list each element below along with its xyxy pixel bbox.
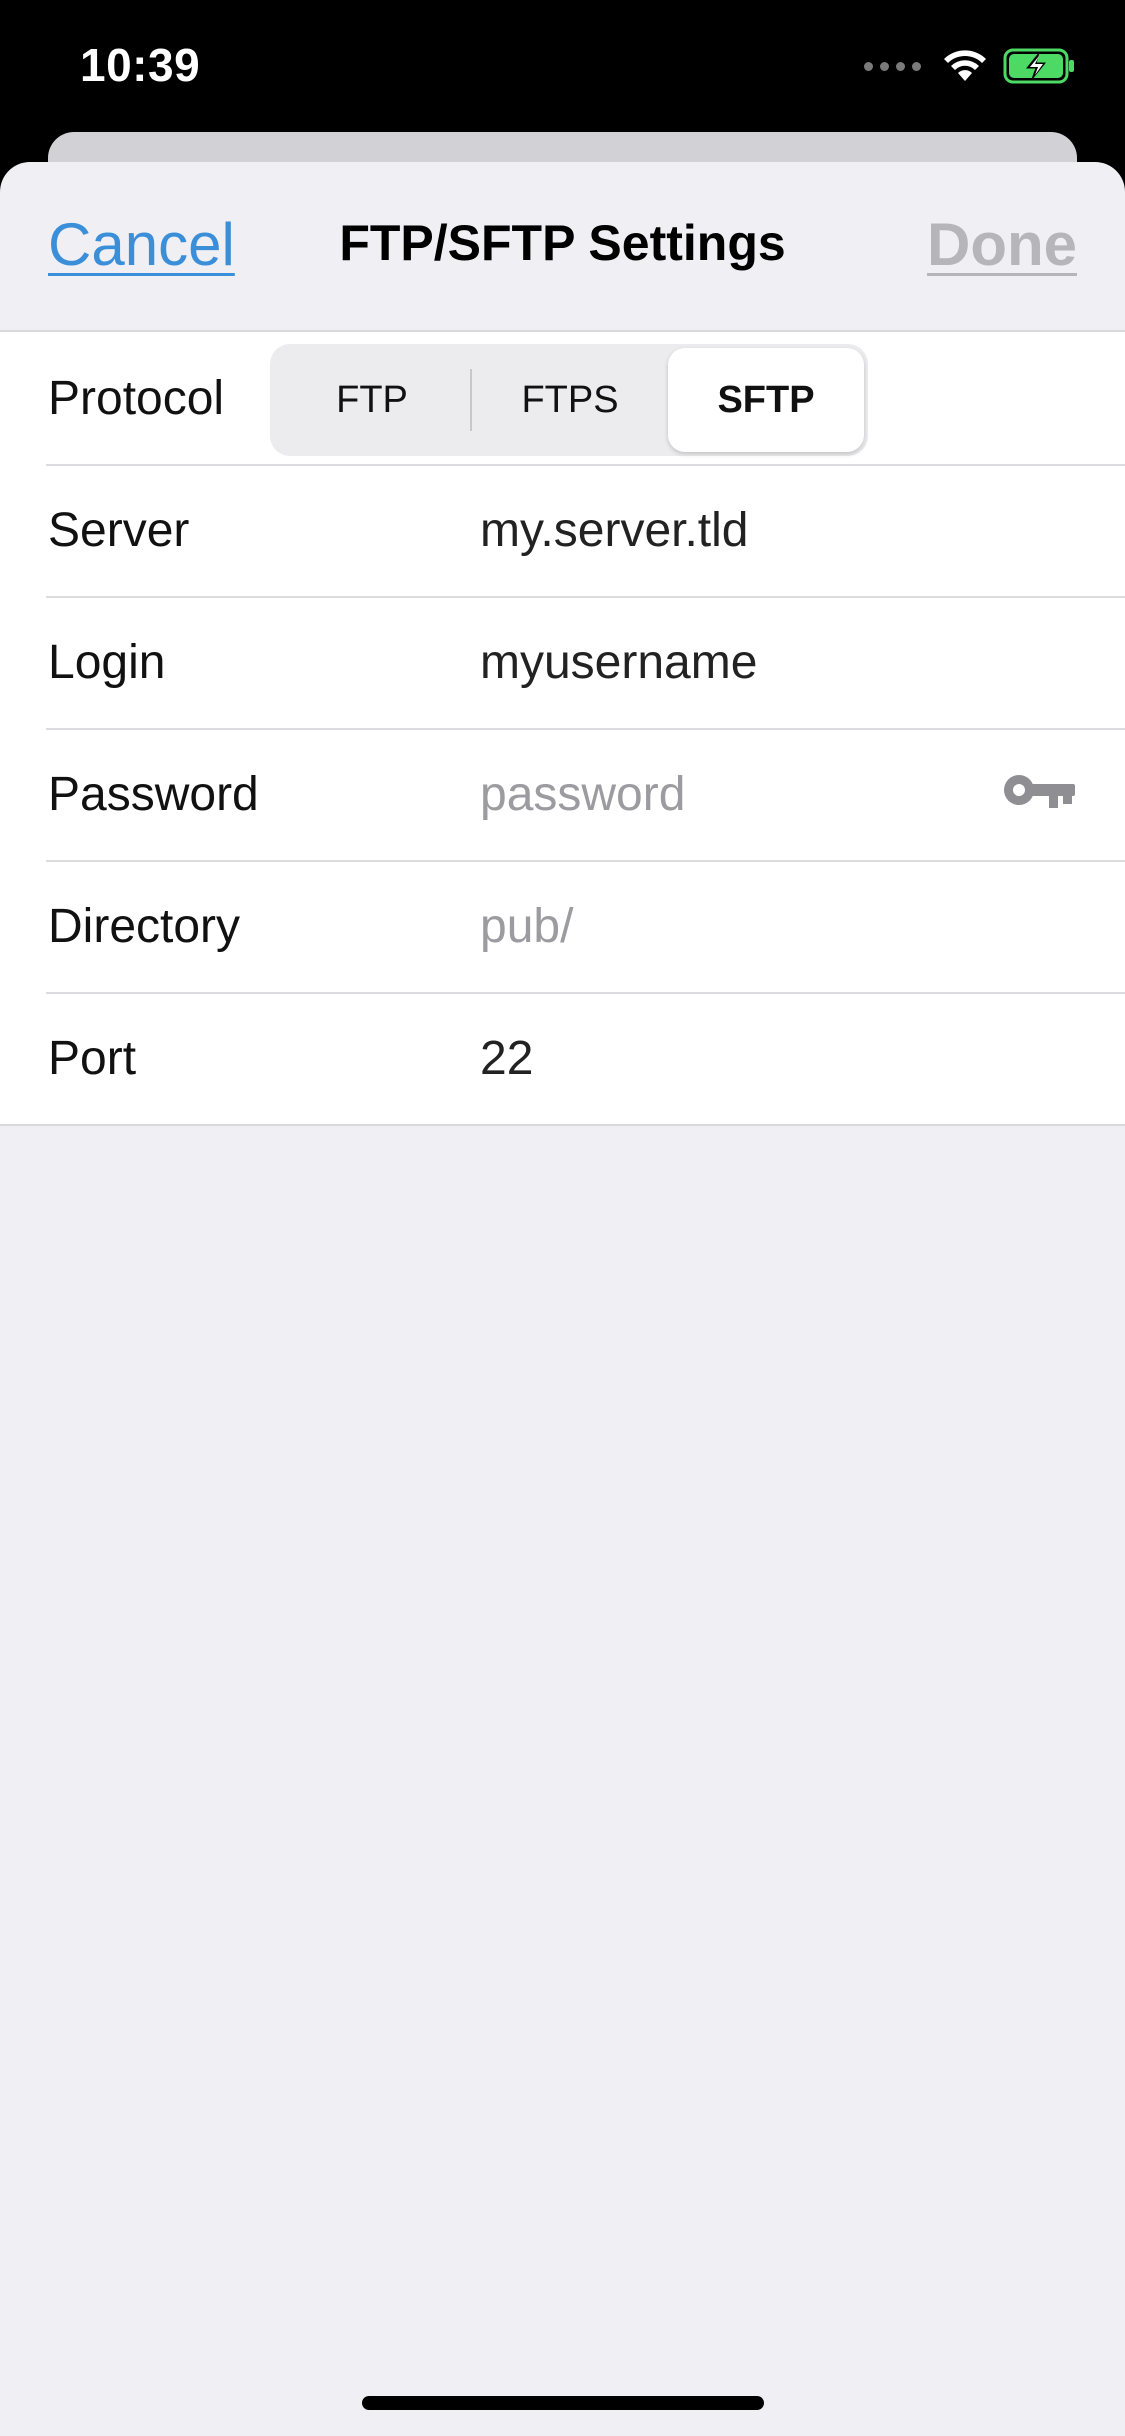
protocol-segmented-control[interactable]: FTP FTPS SFTP bbox=[270, 344, 868, 456]
protocol-option-sftp[interactable]: SFTP bbox=[668, 348, 864, 452]
port-row[interactable]: Port 22 bbox=[0, 992, 1125, 1124]
port-label: Port bbox=[48, 1031, 137, 1085]
settings-form: Protocol FTP FTPS SFTP Server my.server.… bbox=[0, 330, 1125, 1126]
settings-sheet: Cancel FTP/SFTP Settings Done Protocol F… bbox=[0, 162, 1125, 2436]
protocol-option-ftp[interactable]: FTP bbox=[274, 348, 470, 452]
protocol-row: Protocol FTP FTPS SFTP bbox=[0, 332, 1125, 464]
login-row[interactable]: Login myusername bbox=[0, 596, 1125, 728]
done-button[interactable]: Done bbox=[927, 210, 1077, 279]
directory-row[interactable]: Directory pub/ bbox=[0, 860, 1125, 992]
directory-field[interactable]: pub/ bbox=[480, 899, 573, 954]
password-row[interactable]: Password password bbox=[0, 728, 1125, 860]
login-field[interactable]: myusername bbox=[480, 635, 757, 690]
status-time: 10:39 bbox=[80, 39, 201, 91]
login-label: Login bbox=[48, 635, 166, 689]
directory-label: Directory bbox=[48, 899, 241, 953]
navigation-bar: Cancel FTP/SFTP Settings Done bbox=[0, 162, 1125, 330]
key-icon[interactable] bbox=[1001, 768, 1077, 820]
battery-charging-icon bbox=[1003, 48, 1074, 84]
status-icons bbox=[864, 48, 1077, 84]
wifi-icon bbox=[944, 50, 986, 81]
protocol-label: Protocol bbox=[48, 371, 225, 425]
port-field[interactable]: 22 bbox=[480, 1031, 533, 1086]
protocol-option-ftps[interactable]: FTPS bbox=[472, 348, 668, 452]
password-field[interactable]: password bbox=[480, 767, 685, 822]
cellular-signal-icon bbox=[864, 61, 921, 71]
server-field[interactable]: my.server.tld bbox=[480, 503, 749, 558]
status-bar: 10:39 bbox=[0, 0, 1125, 140]
server-row[interactable]: Server my.server.tld bbox=[0, 464, 1125, 596]
server-label: Server bbox=[48, 503, 190, 557]
home-indicator[interactable] bbox=[362, 2396, 764, 2410]
password-label: Password bbox=[48, 767, 259, 821]
